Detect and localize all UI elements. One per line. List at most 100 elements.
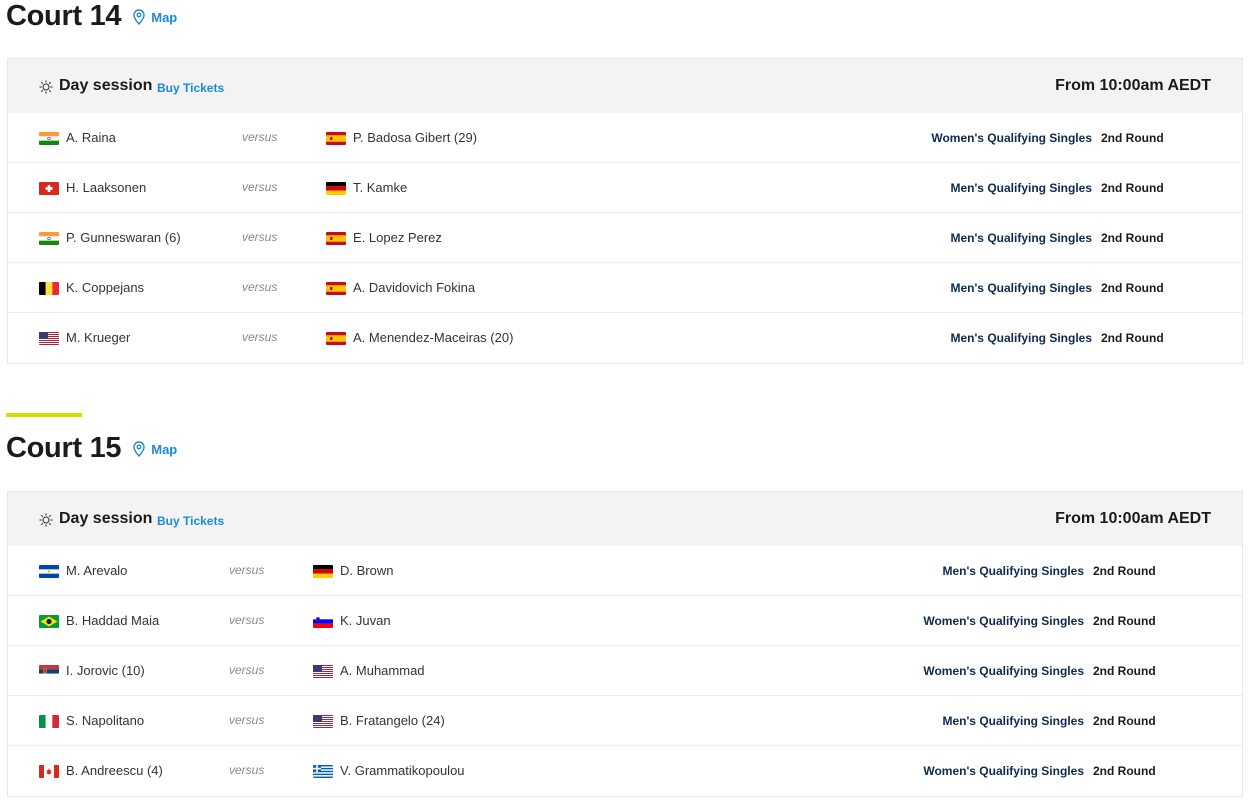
- map-link-label: Map: [151, 9, 178, 25]
- versus-label: versus: [242, 180, 278, 194]
- versus-label: versus: [229, 663, 265, 677]
- match-list: M. Arevalo versus D. Brown Men's Qualifying…: [8, 546, 1242, 796]
- versus-label: versus: [242, 230, 278, 244]
- italy-flag-icon: [39, 715, 59, 728]
- match-row[interactable]: I. Jorovic (10) versus A. Muhammad Women's …: [8, 646, 1242, 696]
- event-name: Men's Qualifying Singles: [942, 564, 1084, 578]
- court-title: Court 15: [6, 432, 122, 464]
- player-1-name[interactable]: S. Napolitano: [66, 713, 144, 728]
- spain-flag-icon: [326, 332, 346, 345]
- map-pin-icon: [133, 9, 145, 25]
- germany-flag-icon: [313, 565, 333, 578]
- belgium-flag-icon: [39, 282, 59, 295]
- player-1-name[interactable]: H. Laaksonen: [66, 180, 146, 195]
- player-1-name[interactable]: I. Jorovic (10): [66, 663, 145, 678]
- player-1-name[interactable]: P. Gunneswaran (6): [66, 230, 181, 245]
- match-row[interactable]: A. Raina versus P. Badosa Gibert (29) Women…: [8, 113, 1242, 163]
- event-name: Women's Qualifying Singles: [931, 131, 1092, 145]
- court-title: Court 14: [6, 0, 122, 32]
- switzerland-flag-icon: [39, 182, 59, 195]
- versus-label: versus: [242, 330, 278, 344]
- player-2-name[interactable]: A. Davidovich Fokina: [353, 280, 475, 295]
- spain-flag-icon: [326, 132, 346, 145]
- versus-label: versus: [229, 763, 265, 777]
- versus-label: versus: [229, 713, 265, 727]
- event-name: Men's Qualifying Singles: [950, 181, 1092, 195]
- event-name: Men's Qualifying Singles: [942, 714, 1084, 728]
- event-name: Men's Qualifying Singles: [950, 231, 1092, 245]
- buy-tickets-link[interactable]: Buy Tickets: [157, 514, 224, 528]
- player-2-name[interactable]: K. Juvan: [340, 613, 391, 628]
- buy-tickets-link[interactable]: Buy Tickets: [157, 81, 224, 95]
- canada-flag-icon: [39, 765, 59, 778]
- event-name: Men's Qualifying Singles: [950, 331, 1092, 345]
- versus-label: versus: [229, 563, 265, 577]
- versus-label: versus: [242, 130, 278, 144]
- match-list: A. Raina versus P. Badosa Gibert (29) Women…: [8, 113, 1242, 363]
- round-label: 2nd Round: [1101, 181, 1164, 195]
- usa-flag-icon: [313, 715, 333, 728]
- round-label: 2nd Round: [1101, 281, 1164, 295]
- court-schedule: Day session Buy Tickets From 10:00am AED…: [7, 491, 1243, 797]
- player-1-name[interactable]: K. Coppejans: [66, 280, 144, 295]
- court-header: Court 15 Map: [6, 432, 177, 472]
- event-name: Women's Qualifying Singles: [923, 614, 1084, 628]
- brazil-flag-icon: [39, 615, 59, 628]
- player-2-name[interactable]: V. Grammatikopoulou: [340, 763, 465, 778]
- serbia-flag-icon: [39, 665, 59, 678]
- player-1-name[interactable]: M. Arevalo: [66, 563, 127, 578]
- session-label: Day session: [59, 77, 153, 94]
- player-1-name[interactable]: M. Krueger: [66, 330, 130, 345]
- map-pin-icon: [133, 441, 145, 457]
- match-row[interactable]: M. Krueger versus A. Menendez-Maceiras (20…: [8, 313, 1242, 363]
- match-row[interactable]: B. Haddad Maia versus K. Juvan Women's Qual…: [8, 596, 1242, 646]
- round-label: 2nd Round: [1101, 231, 1164, 245]
- usa-flag-icon: [39, 332, 59, 345]
- session-bar: Day session Buy Tickets From 10:00am AED…: [8, 492, 1242, 546]
- court-schedule: Day session Buy Tickets From 10:00am AED…: [7, 58, 1243, 364]
- greece-flag-icon: [313, 765, 333, 778]
- round-label: 2nd Round: [1093, 714, 1156, 728]
- el-salvador-flag-icon: [39, 565, 59, 578]
- player-1-name[interactable]: A. Raina: [66, 130, 116, 145]
- session-time: From 10:00am AEDT: [1055, 510, 1211, 527]
- usa-flag-icon: [313, 665, 333, 678]
- round-label: 2nd Round: [1093, 564, 1156, 578]
- event-name: Men's Qualifying Singles: [950, 281, 1092, 295]
- session-bar: Day session Buy Tickets From 10:00am AED…: [8, 59, 1242, 113]
- match-row[interactable]: K. Coppejans versus A. Davidovich Fokina Me…: [8, 263, 1242, 313]
- event-name: Women's Qualifying Singles: [923, 764, 1084, 778]
- round-label: 2nd Round: [1093, 614, 1156, 628]
- session-time: From 10:00am AEDT: [1055, 77, 1211, 94]
- player-2-name[interactable]: E. Lopez Perez: [353, 230, 442, 245]
- match-row[interactable]: H. Laaksonen versus T. Kamke Men's Qualifyi…: [8, 163, 1242, 213]
- player-2-name[interactable]: A. Menendez-Maceiras (20): [353, 330, 513, 345]
- spain-flag-icon: [326, 232, 346, 245]
- player-1-name[interactable]: B. Andreescu (4): [66, 763, 163, 778]
- match-row[interactable]: M. Arevalo versus D. Brown Men's Qualifying…: [8, 546, 1242, 596]
- player-2-name[interactable]: B. Fratangelo (24): [340, 713, 445, 728]
- map-link[interactable]: Map: [133, 9, 177, 25]
- player-2-name[interactable]: D. Brown: [340, 563, 393, 578]
- player-2-name[interactable]: A. Muhammad: [340, 663, 425, 678]
- india-flag-icon: [39, 232, 59, 245]
- court-header: Court 14 Map: [6, 0, 177, 40]
- map-link-label: Map: [151, 441, 178, 457]
- match-row[interactable]: P. Gunneswaran (6) versus E. Lopez Perez Me…: [8, 213, 1242, 263]
- versus-label: versus: [242, 280, 278, 294]
- player-2-name[interactable]: T. Kamke: [353, 180, 407, 195]
- versus-label: versus: [229, 613, 265, 627]
- player-1-name[interactable]: B. Haddad Maia: [66, 613, 159, 628]
- round-label: 2nd Round: [1101, 131, 1164, 145]
- match-row[interactable]: B. Andreescu (4) versus V. Grammatikopoulo…: [8, 746, 1242, 796]
- india-flag-icon: [39, 132, 59, 145]
- event-name: Women's Qualifying Singles: [923, 664, 1084, 678]
- map-link[interactable]: Map: [133, 441, 177, 457]
- match-row[interactable]: S. Napolitano versus B. Fratangelo (24) Men…: [8, 696, 1242, 746]
- round-label: 2nd Round: [1093, 764, 1156, 778]
- sun-icon: [39, 80, 53, 94]
- player-2-name[interactable]: P. Badosa Gibert (29): [353, 130, 477, 145]
- section-accent-bar: [6, 413, 82, 417]
- sun-icon: [39, 513, 53, 527]
- session-label: Day session: [59, 510, 153, 527]
